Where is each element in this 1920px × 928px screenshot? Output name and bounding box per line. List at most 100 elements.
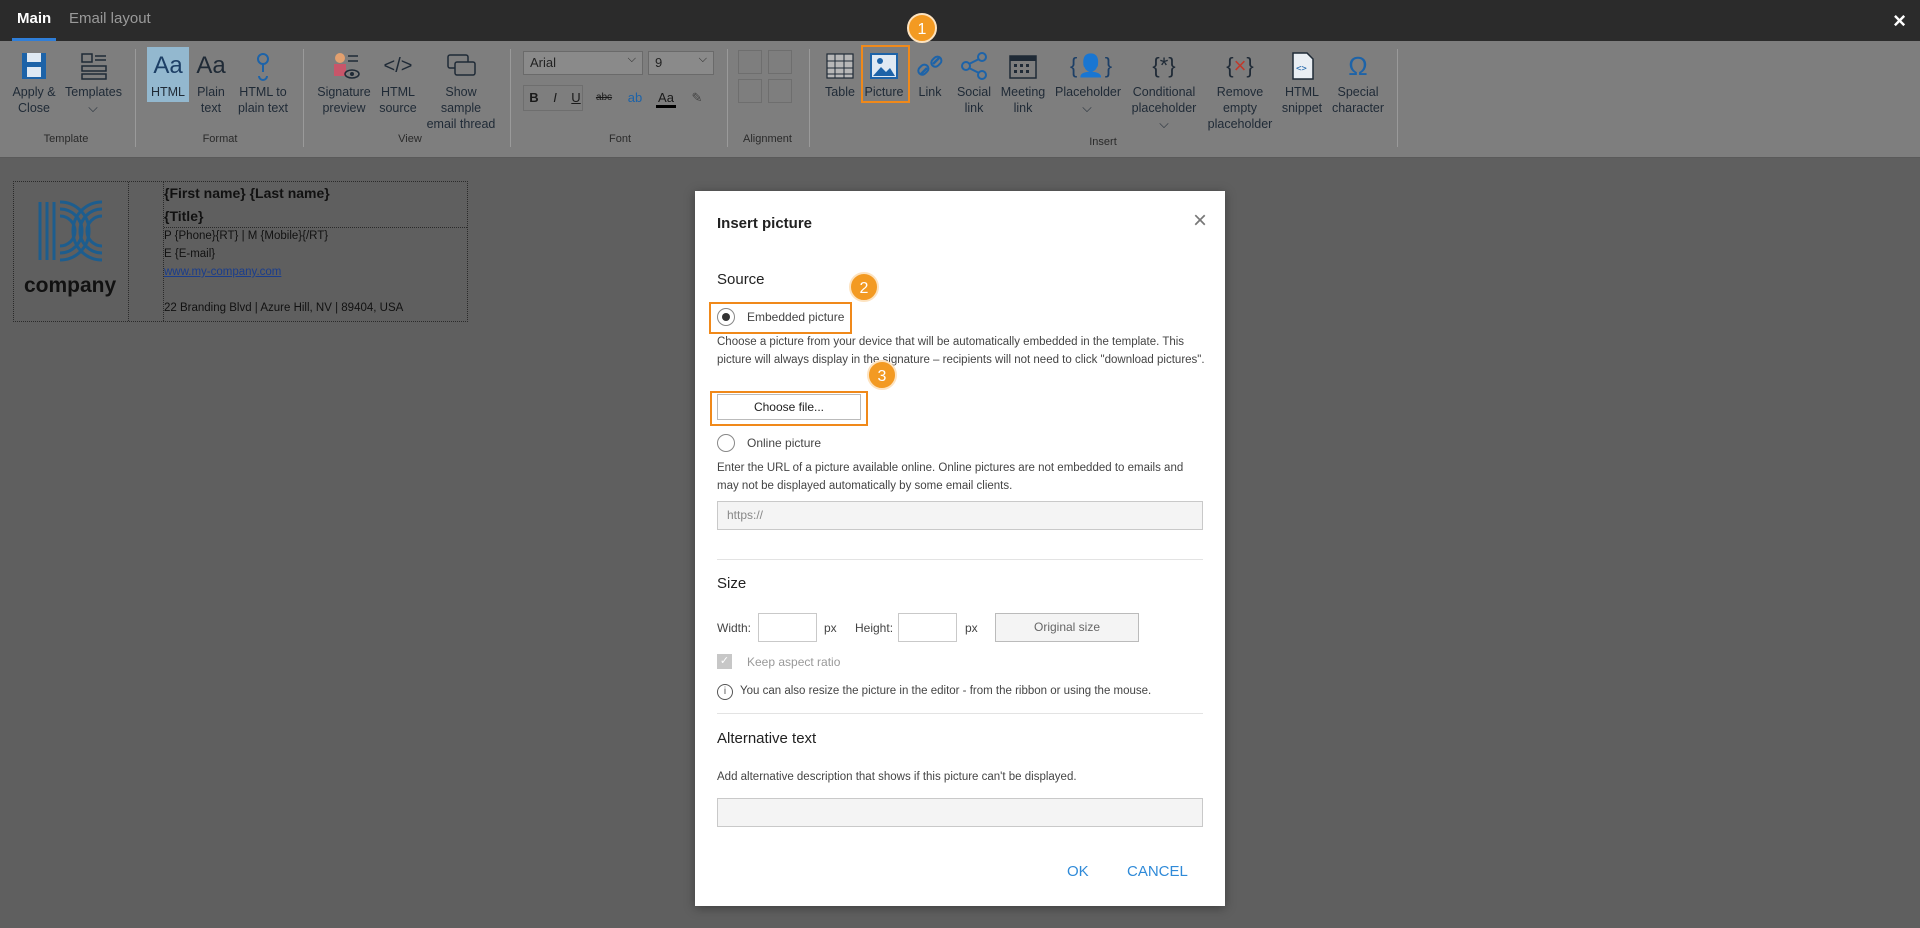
html-to-plain-label: HTML to plain text (237, 85, 289, 115)
online-picture-label: Online picture (747, 436, 822, 450)
ribbon-separator (303, 49, 304, 147)
conditional-placeholder-button[interactable]: {*} Conditional placeholder ⌵ (1126, 50, 1202, 132)
placeholder-button[interactable]: {👤} Placeholder ⌵ (1055, 50, 1121, 116)
step-badge-2: 2 (849, 272, 879, 302)
plain-text-button[interactable]: Aa Plain text (192, 50, 230, 116)
svg-text:<>: <> (1296, 64, 1307, 74)
alt-text-heading: Alternative text (717, 730, 817, 747)
show-sample-button[interactable]: Show sample email thread (424, 50, 498, 132)
keep-aspect-label: Keep aspect ratio (747, 655, 841, 669)
table-button[interactable]: Table (820, 50, 860, 100)
height-unit: px (965, 621, 978, 635)
templates-icon (81, 53, 107, 80)
signature-table[interactable]: company {First name} {Last name} {Title}… (13, 181, 468, 322)
remove-placeholder-icon: {×} (1226, 53, 1254, 78)
group-label-insert: Insert (1089, 136, 1117, 148)
signature-phone: P {Phone}{RT} | M {Mobile}{/RT} (164, 230, 329, 242)
group-label-format: Format (202, 133, 238, 145)
alt-text-input[interactable] (717, 798, 1203, 827)
original-size-button[interactable]: Original size (995, 613, 1139, 642)
omega-icon: Ω (1348, 51, 1368, 81)
tab-main[interactable]: Main (12, 0, 57, 41)
html-source-button[interactable]: </> HTML source (378, 50, 418, 116)
link-icon (917, 55, 943, 76)
height-input[interactable] (898, 613, 957, 642)
clear-format-icon[interactable]: ✎ (687, 88, 707, 108)
callout-embedded-picture (709, 302, 852, 334)
width-input[interactable] (758, 613, 817, 642)
chevron-down-icon: ⌵ (698, 53, 707, 65)
html-snippet-button[interactable]: <> HTML snippet (1280, 50, 1324, 116)
group-label-view: View (398, 133, 422, 145)
height-label: Height: (855, 621, 894, 635)
placeholder-icon: {👤} (1070, 53, 1113, 78)
html-snippet-label: HTML snippet (1281, 85, 1323, 115)
top-bar: Main Email layout × (0, 0, 1920, 41)
apply-close-button[interactable]: Apply & Close (10, 50, 58, 116)
source-heading: Source (717, 271, 765, 288)
align-center-button[interactable] (768, 50, 792, 74)
online-picture-radio[interactable] (717, 434, 735, 452)
templates-button[interactable]: Templates ⌵ (65, 50, 122, 116)
font-color-button[interactable]: Aa (656, 88, 676, 108)
html-to-plain-button[interactable]: HTML to plain text (236, 50, 290, 116)
signature-website-link[interactable]: www.my-company.com (164, 266, 281, 278)
html-label: HTML (150, 85, 186, 99)
insert-picture-dialog: Insert picture × Source Embedded picture… (695, 191, 1225, 906)
social-link-button[interactable]: Social link (953, 50, 995, 116)
remove-empty-placeholder-label: Remove empty placeholder (1207, 85, 1273, 131)
bold-button[interactable]: B (524, 88, 544, 108)
ribbon-separator (135, 49, 136, 147)
divider (717, 713, 1203, 714)
signature-title: {Title} (164, 208, 204, 224)
logo-cell: company (14, 182, 129, 321)
alt-text-description: Add alternative description that shows i… (717, 771, 1077, 783)
ribbon-separator (727, 49, 728, 147)
link-button[interactable]: Link (911, 50, 949, 100)
html-format-button[interactable]: Aa HTML (147, 50, 189, 100)
html-format-icon: Aa (153, 52, 183, 79)
code-icon: </> (383, 55, 413, 77)
divider (717, 559, 1203, 560)
resize-info-text: You can also resize the picture in the e… (740, 685, 1152, 697)
conditional-placeholder-icon: {*} (1152, 53, 1176, 78)
cancel-button[interactable]: CANCEL (1127, 863, 1188, 880)
embedded-description: Choose a picture from your device that w… (717, 336, 1205, 366)
ribbon-separator (809, 49, 810, 147)
justify-button[interactable] (768, 79, 792, 103)
online-description: Enter the URL of a picture available onl… (717, 462, 1184, 492)
align-left-button[interactable] (738, 50, 762, 74)
apply-close-label: Apply & Close (12, 85, 56, 115)
special-character-button[interactable]: Ω Special character (1330, 50, 1386, 116)
keep-aspect-checkbox[interactable]: ✓ (717, 654, 732, 669)
strikethrough-button[interactable]: abc (594, 88, 614, 108)
callout-picture (861, 45, 910, 103)
save-icon (22, 53, 46, 79)
signature-preview-button[interactable]: Signature preview (316, 50, 372, 116)
templates-label: Templates ⌵ (65, 85, 122, 115)
email-thread-icon (447, 54, 476, 76)
tab-email-layout[interactable]: Email layout (69, 0, 151, 41)
underline-button[interactable]: U (566, 88, 586, 108)
italic-button[interactable]: I (545, 88, 565, 108)
font-size-value: 9 (655, 55, 663, 70)
font-size-select[interactable]: 9 ⌵ (648, 51, 714, 75)
window-close-button[interactable]: × (1893, 8, 1906, 34)
signature-address: 22 Branding Blvd | Azure Hill, NV | 8940… (164, 302, 404, 314)
table-icon (826, 53, 854, 79)
picture-url-input[interactable]: https:// (717, 501, 1203, 530)
social-link-label: Social link (956, 85, 992, 115)
group-label-alignment: Alignment (743, 133, 792, 145)
remove-empty-placeholder-button[interactable]: {×} Remove empty placeholder (1207, 50, 1273, 132)
step-badge-1: 1 (907, 13, 937, 43)
group-label-font: Font (608, 133, 631, 145)
highlight-icon[interactable]: ab (625, 88, 645, 108)
font-name-select[interactable]: Arial ⌵ (523, 51, 643, 75)
close-icon[interactable]: × (1193, 207, 1207, 235)
size-heading: Size (717, 575, 747, 592)
ribbon-separator (1397, 49, 1398, 147)
meeting-link-button[interactable]: Meeting link (997, 50, 1049, 116)
spacer-cell (129, 182, 164, 321)
ok-button[interactable]: OK (1067, 863, 1089, 880)
align-right-button[interactable] (738, 79, 762, 103)
